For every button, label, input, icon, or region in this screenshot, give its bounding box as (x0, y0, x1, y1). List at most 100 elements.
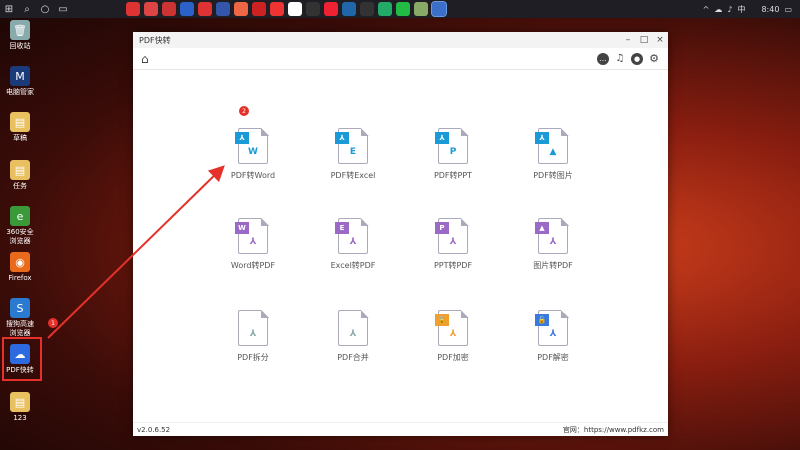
pdf-decrypt-icon: 🔓 ⅄ (535, 309, 569, 346)
draft-icon: ▤ (10, 112, 30, 132)
desktop-icon-folder-123[interactable]: ▤ 123 (4, 392, 36, 423)
taskbar: ⊞ ⌕ ○ ▭ ^ ☁ ♪ 中 8:40 ▭ (0, 0, 800, 18)
desktop-icon-task[interactable]: ▤ 任务 (4, 160, 36, 191)
website-link[interactable]: 官网：https://www.pdfkz.com (563, 425, 664, 435)
start-icon[interactable]: ⊞ (0, 0, 18, 18)
home-icon[interactable]: ⌂ (141, 52, 149, 66)
taskbar-app-icon[interactable] (378, 2, 392, 16)
file-tag: ▲ (535, 222, 549, 234)
file-glyph: ⅄ (549, 237, 557, 247)
version-label: v2.0.6.52 (137, 425, 171, 434)
taskbar-app-icon[interactable] (324, 2, 338, 16)
tile-label: PDF解密 (537, 353, 569, 362)
file-tag: 🔓 (535, 314, 549, 326)
title-bar: PDF快转 – □ × (133, 32, 668, 48)
system-tray: ^ ☁ ♪ 中 8:40 ▭ (703, 4, 800, 15)
close-button[interactable]: × (652, 32, 668, 48)
desktop-icon-pc-manager[interactable]: M 电脑管家 (4, 66, 36, 97)
pdf-to-ppt-icon: ⅄ P (435, 127, 469, 164)
tile-label: PDF转Word (230, 171, 276, 180)
headset-icon[interactable]: ♫ (614, 53, 626, 65)
file-tag: ⅄ (235, 132, 249, 144)
tile-pdf-to-ppt[interactable]: ⅄ P PDF转PPT (408, 127, 498, 181)
taskbar-app-icon[interactable] (144, 2, 158, 16)
toolbar: ⌂ … ♫ ● ⚙ (133, 48, 668, 70)
file-tag: ⅄ (335, 132, 349, 144)
desktop-icon-label: 任务 (13, 182, 27, 190)
file-tag: 🔒 (435, 314, 449, 326)
file-glyph: P (449, 147, 457, 157)
taskbar-app-icon[interactable] (234, 2, 248, 16)
taskbar-app-icon[interactable] (180, 2, 194, 16)
cloud-icon[interactable]: ☁ (714, 5, 722, 14)
tile-pdf-split[interactable]: ⅄ PDF拆分 (208, 309, 298, 363)
pdf-to-excel-icon: ⅄ E (335, 127, 369, 164)
pdf-kuaizhuan-window: PDF快转 – □ × ⌂ … ♫ ● ⚙ ⅄ W PDF转Word ⅄ E PDF转Ex… (133, 32, 668, 436)
step-badge-1: 1 (48, 318, 58, 328)
tile-label: PDF转PPT (433, 171, 473, 180)
tile-word-to-pdf[interactable]: W ⅄ Word转PDF (208, 217, 298, 271)
taskbar-app-icon[interactable] (270, 2, 284, 16)
user-icon[interactable]: ● (631, 52, 643, 65)
ime-indicator[interactable]: 中 (737, 4, 745, 15)
volume-icon[interactable]: ♪ (727, 5, 732, 14)
maximize-button[interactable]: □ (636, 32, 652, 48)
desktop-icon-label: 360安全浏览器 (6, 228, 34, 245)
file-tag: ⅄ (435, 132, 449, 144)
tile-pdf-to-image[interactable]: ⅄ ▲ PDF转图片 (508, 127, 598, 181)
desktop-icon-browser-360[interactable]: e 360安全浏览器 (4, 206, 36, 246)
taskbar-app-icon[interactable] (126, 2, 140, 16)
desktop-icon-recycle-bin[interactable]: 🗑 回收站 (4, 20, 36, 51)
step-badge-2: 2 (239, 106, 249, 116)
recycle-bin-icon: 🗑 (10, 20, 30, 40)
cortana-icon[interactable]: ○ (36, 0, 54, 18)
taskbar-app-icon[interactable] (288, 2, 302, 16)
image-to-pdf-icon: ▲ ⅄ (535, 217, 569, 254)
taskbar-app-icon[interactable] (414, 2, 428, 16)
file-glyph: ⅄ (249, 237, 257, 247)
task-icon: ▤ (10, 160, 30, 180)
minimize-button[interactable]: – (620, 32, 636, 48)
tray-chevron-icon[interactable]: ^ (703, 5, 710, 14)
taskbar-app-icon[interactable] (396, 2, 410, 16)
desktop-icon-draft[interactable]: ▤ 草稿 (4, 112, 36, 143)
taskbar-app-icon[interactable] (360, 2, 374, 16)
tile-pdf-to-word[interactable]: ⅄ W PDF转Word (208, 127, 298, 181)
taskbar-app-icon[interactable] (342, 2, 356, 16)
tile-label: PDF转图片 (533, 171, 573, 180)
tile-ppt-to-pdf[interactable]: P ⅄ PPT转PDF (408, 217, 498, 271)
highlight-box (2, 337, 42, 381)
taskbar-app-icon[interactable] (252, 2, 266, 16)
gear-icon[interactable]: ⚙ (648, 52, 660, 65)
pdf-split-icon: ⅄ (238, 309, 269, 346)
task-view-icon[interactable]: ▭ (54, 0, 72, 18)
tile-pdf-to-excel[interactable]: ⅄ E PDF转Excel (308, 127, 398, 181)
tile-pdf-encrypt[interactable]: 🔒 ⅄ PDF加密 (408, 309, 498, 363)
tile-label: PDF拆分 (237, 353, 269, 362)
desktop-icon-label: 草稿 (13, 134, 27, 142)
taskbar-app-icon[interactable] (198, 2, 212, 16)
tile-image-to-pdf[interactable]: ▲ ⅄ 图片转PDF (508, 217, 598, 271)
tile-pdf-decrypt[interactable]: 🔓 ⅄ PDF解密 (508, 309, 598, 363)
taskbar-app-icon[interactable] (216, 2, 230, 16)
file-glyph: ⅄ (349, 237, 357, 247)
notification-icon[interactable]: ▭ (784, 5, 792, 14)
file-tag: ⅄ (535, 132, 549, 144)
chat-icon[interactable]: … (597, 52, 609, 65)
search-icon[interactable]: ⌕ (18, 0, 36, 18)
tile-label: PPT转PDF (433, 261, 473, 270)
desktop-icon-sogou-browser[interactable]: S 搜狗高速浏览器 (4, 298, 36, 338)
taskbar-app-icon[interactable] (162, 2, 176, 16)
desktop-icon-firefox[interactable]: ◉ Firefox (4, 252, 36, 283)
pdf-to-image-icon: ⅄ ▲ (535, 127, 569, 164)
taskbar-app-icon[interactable] (306, 2, 320, 16)
file-tag: E (335, 222, 349, 234)
taskbar-apps: ⊞ ⌕ ○ ▭ (0, 0, 448, 18)
clock[interactable]: 8:40 (761, 5, 779, 14)
tile-excel-to-pdf[interactable]: E ⅄ Excel转PDF (308, 217, 398, 271)
file-glyph: ▲ (549, 147, 557, 157)
taskbar-app-icon[interactable] (431, 1, 447, 17)
file-tag: W (235, 222, 249, 234)
tile-pdf-merge[interactable]: ⅄ PDF合并 (308, 309, 398, 363)
folder-123-icon: ▤ (10, 392, 30, 412)
